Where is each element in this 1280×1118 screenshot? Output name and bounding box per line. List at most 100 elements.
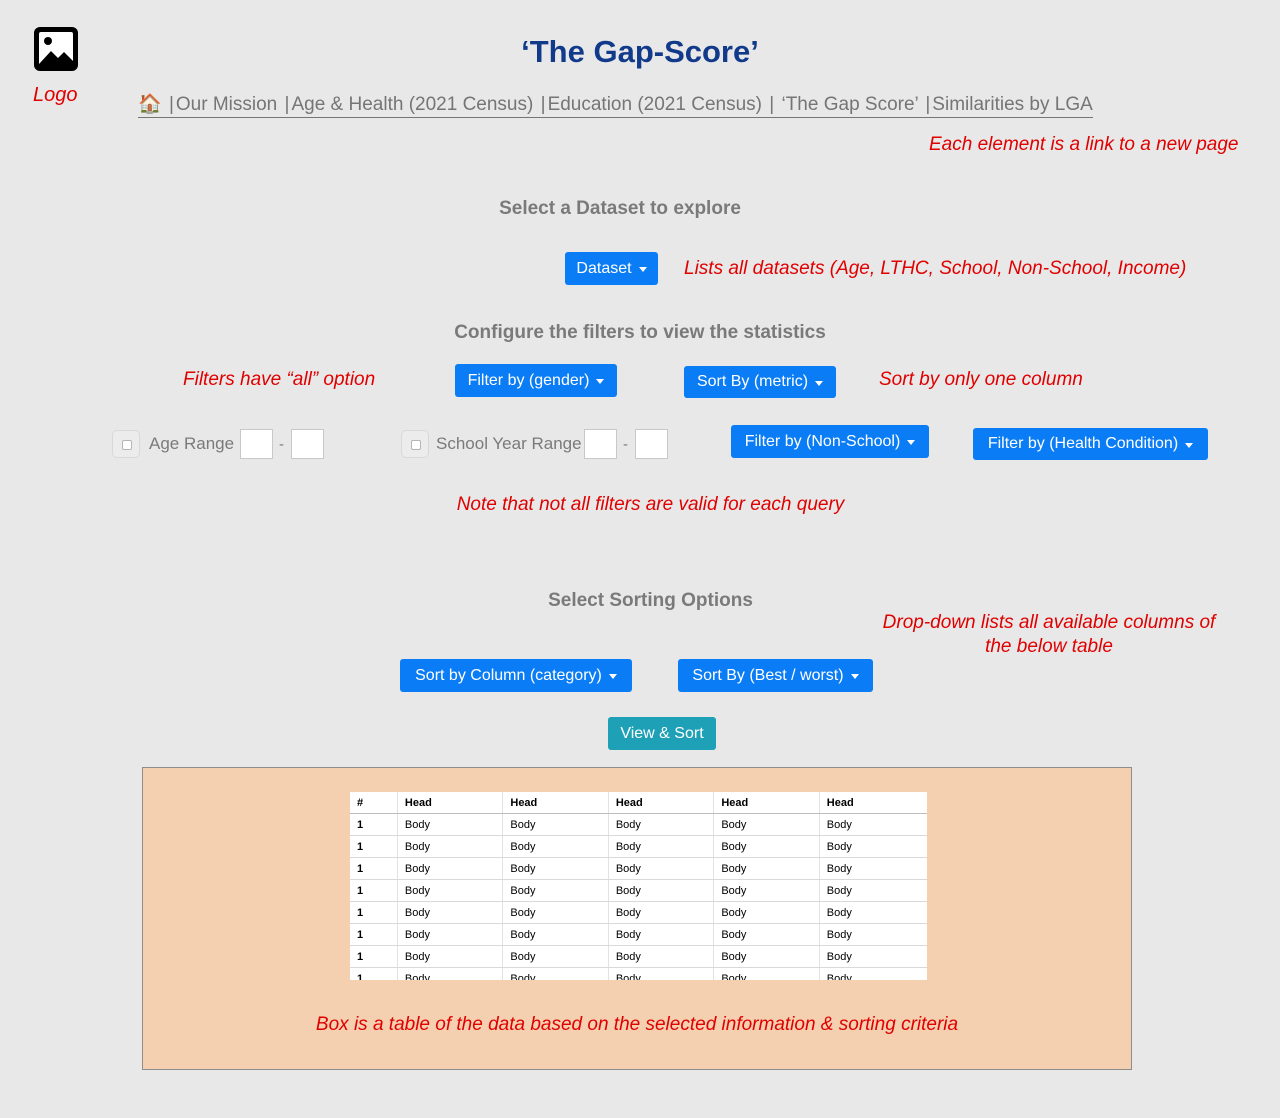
dataset-dropdown-button[interactable]: Dataset [565, 252, 658, 285]
table-cell-index: 1 [350, 901, 398, 924]
filter-gender-button[interactable]: Filter by (gender) [455, 364, 617, 397]
table-cell: Body [608, 901, 715, 924]
table-cell: Body [819, 945, 927, 968]
table-cell-index: 1 [350, 923, 398, 946]
nav-annotation: Each element is a link to a new page [929, 134, 1239, 155]
home-icon[interactable]: 🏠 [138, 94, 162, 115]
table-row: 1 Body Body Body Body Body [350, 945, 927, 968]
page-title: ‘The Gap-Score’ [521, 34, 759, 69]
table-cell: Body [819, 923, 927, 946]
table-cell: Body [397, 945, 504, 968]
results-table-container[interactable]: # Head Head Head Head Head 1 Body Body Body Body B… [350, 792, 927, 980]
table-cell: Body [502, 901, 609, 924]
dataset-heading: Select a Dataset to explore [499, 198, 741, 219]
range-dash: - [623, 436, 628, 453]
table-row: 1 Body Body Body Body Body [350, 923, 927, 946]
table-cell: Body [819, 879, 927, 902]
age-range-min-input[interactable] [240, 429, 273, 459]
nav-separator: | [925, 94, 931, 115]
sort-best-worst-button[interactable]: Sort By (Best / worst) [678, 659, 873, 692]
sort-by-column-label: Sort by Column (category) [415, 666, 602, 684]
caret-down-icon [850, 674, 859, 679]
column-header[interactable]: Head [713, 792, 820, 814]
view-and-sort-label: View & Sort [620, 724, 704, 742]
table-cell: Body [713, 923, 820, 946]
table-cell: Body [819, 901, 927, 924]
table-cell: Body [713, 945, 820, 968]
sort-by-column-button[interactable]: Sort by Column (category) [400, 659, 632, 692]
table-cell: Body [502, 879, 609, 902]
table-cell: Body [713, 813, 820, 836]
table-cell: Body [819, 813, 927, 836]
table-cell: Body [713, 879, 820, 902]
nav-link-similarities[interactable]: Similarities by LGA [932, 94, 1093, 115]
age-range-checkbox[interactable] [112, 430, 140, 458]
table-cell: Body [502, 967, 609, 980]
nav-separator: | [540, 94, 546, 115]
table-cell-index: 1 [350, 835, 398, 858]
sorting-heading: Select Sorting Options [548, 590, 753, 611]
table-row: 1 Body Body Body Body Body [350, 835, 927, 858]
nav-link-our-mission[interactable]: Our Mission [176, 94, 277, 115]
table-cell: Body [397, 923, 504, 946]
table-cell-index: 1 [350, 967, 398, 980]
table-cell: Body [713, 967, 820, 980]
table-cell: Body [608, 945, 715, 968]
column-header-index[interactable]: # [350, 792, 398, 814]
sort-metric-label: Sort By (metric) [696, 373, 809, 390]
view-and-sort-button[interactable]: View & Sort [608, 717, 716, 750]
age-range-max-input[interactable] [291, 429, 324, 459]
table-row: 1 Body Body Body Body Body [350, 901, 927, 924]
table-cell: Body [608, 967, 715, 980]
nav-link-gap-score[interactable]: ‘The Gap Score’ [776, 94, 918, 115]
top-navigation: 🏠 | Our Mission | Age & Health (2021 Censu… [138, 94, 1093, 118]
filter-gender-label: Filter by (gender) [467, 371, 590, 389]
nav-link-age-health[interactable]: Age & Health (2021 Census) [291, 94, 533, 115]
caret-down-icon [596, 379, 605, 384]
filter-non-school-button[interactable]: Filter by (Non-School) [731, 425, 929, 458]
table-cell: Body [397, 901, 504, 924]
table-cell: Body [819, 967, 927, 980]
columns-annotation: Drop-down lists all available columns of… [840, 611, 1258, 659]
school-year-min-input[interactable] [584, 429, 617, 459]
table-cell: Body [819, 857, 927, 880]
nav-separator: | [168, 94, 174, 115]
table-cell: Body [397, 857, 504, 880]
filters-heading: Configure the filters to view the statis… [454, 322, 826, 343]
table-cell: Body [502, 857, 609, 880]
table-cell-index: 1 [350, 945, 398, 968]
nav-link-education[interactable]: Education (2021 Census) [548, 94, 762, 115]
table-cell: Body [397, 835, 504, 858]
table-cell: Body [608, 813, 715, 836]
sort-best-worst-label: Sort By (Best / worst) [692, 666, 844, 684]
column-header[interactable]: Head [608, 792, 715, 814]
caret-down-icon [608, 674, 617, 679]
table-cell: Body [397, 813, 504, 836]
columns-annotation-line-1: Drop-down lists all available columns of [882, 612, 1216, 633]
caret-down-icon [638, 267, 647, 272]
table-row: 1 Body Body Body Body Body [350, 857, 927, 880]
column-header[interactable]: Head [502, 792, 609, 814]
table-cell-index: 1 [350, 879, 398, 902]
school-year-max-input[interactable] [635, 429, 668, 459]
table-cell: Body [502, 813, 609, 836]
column-header[interactable]: Head [397, 792, 504, 814]
results-table: # Head Head Head Head Head 1 Body Body Body Body B… [350, 792, 927, 980]
filter-health-condition-label: Filter by (Health Condition) [987, 435, 1179, 452]
school-year-checkbox[interactable] [401, 430, 429, 458]
table-cell: Body [502, 945, 609, 968]
column-header[interactable]: Head [819, 792, 927, 814]
table-cell: Body [397, 879, 504, 902]
table-cell: Body [819, 835, 927, 858]
table-row: 1 Body Body Body Body Body [350, 967, 927, 980]
filter-health-condition-button[interactable]: Filter by (Health Condition) [973, 428, 1208, 460]
caret-down-icon [907, 440, 916, 445]
sort-metric-button[interactable]: Sort By (metric) [684, 366, 836, 398]
filters-validity-annotation: Note that not all filters are valid for … [456, 494, 845, 515]
table-cell: Body [397, 967, 504, 980]
table-cell-index: 1 [350, 813, 398, 836]
table-cell: Body [713, 835, 820, 858]
table-cell: Body [608, 879, 715, 902]
range-dash: - [279, 436, 284, 453]
table-row: 1 Body Body Body Body Body [350, 813, 927, 836]
